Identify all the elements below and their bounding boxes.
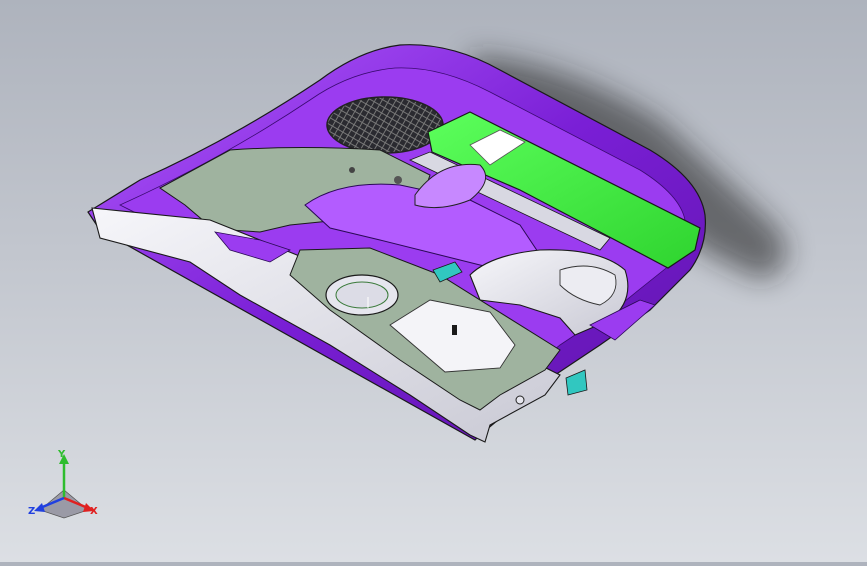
boss-2 [349,167,355,173]
assembly-model[interactable] [0,0,867,562]
cyan-tab-front [565,369,588,396]
speaker-grille [326,96,444,154]
z-axis-label: Z [28,506,36,517]
x-axis-label: X [90,506,98,517]
z-axis-arrow-icon [34,503,45,512]
boss-1 [394,176,402,184]
panel-slot [452,325,457,335]
y-axis-label: Y [58,449,66,460]
orientation-triad[interactable]: Y Z X [26,450,102,522]
boss-3 [515,395,525,405]
cad-3d-viewport[interactable]: Y Z X [0,0,867,562]
oval-vent-inner [335,281,389,309]
